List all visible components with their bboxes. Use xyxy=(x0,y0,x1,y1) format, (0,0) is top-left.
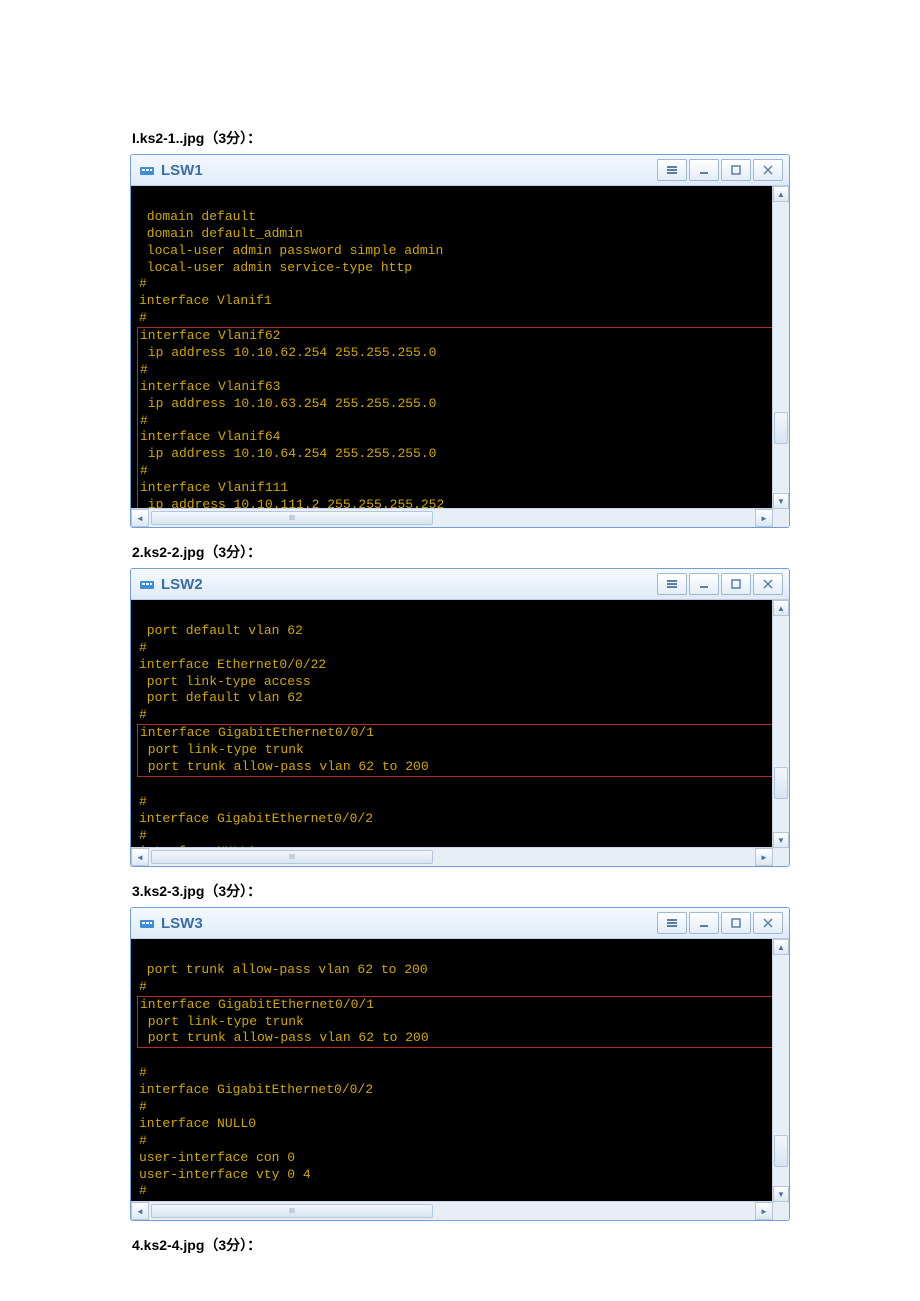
terminal-window-lsw3: LSW3 port trunk allow-pass vlan 62 to 20… xyxy=(130,907,790,1221)
title-buttons xyxy=(657,159,783,181)
terminal-text-post: # interface GigabitEthernet0/0/2 # inter… xyxy=(139,1065,373,1201)
title-buttons xyxy=(657,573,783,595)
caption-2: 2.ks2-2.jpg（3分）： xyxy=(132,542,790,562)
terminal-window-lsw2: LSW2 port default vlan 62 # interface Et… xyxy=(130,568,790,867)
terminal-window-lsw1: LSW1 domain default domain default_admin… xyxy=(130,154,790,528)
caption-1: I.ks2-1..jpg（3分）： xyxy=(132,128,790,148)
horizontal-scrollbar[interactable]: ◄ III ► xyxy=(131,1201,789,1220)
scroll-right-arrow[interactable]: ► xyxy=(755,1202,773,1220)
horizontal-scrollbar[interactable]: ◄ III ► xyxy=(131,847,789,866)
scroll-up-arrow[interactable]: ▲ xyxy=(773,600,789,616)
maximize-button[interactable] xyxy=(721,573,751,595)
hscroll-thumb[interactable]: III xyxy=(151,1204,433,1218)
title-text: LSW1 xyxy=(161,162,657,179)
document-page: I.ks2-1..jpg（3分）： LSW1 xyxy=(0,0,920,1301)
highlighted-config-block: interface GigabitEthernet0/0/1 port link… xyxy=(137,996,783,1049)
close-button[interactable] xyxy=(753,912,783,934)
titlebar-lsw2: LSW2 xyxy=(131,569,789,600)
scroll-track[interactable] xyxy=(773,955,789,1186)
terminal-text-pre: port default vlan 62 # interface Etherne… xyxy=(139,623,326,722)
terminal-wrapper: port trunk allow-pass vlan 62 to 200 # i… xyxy=(131,939,789,1220)
scroll-thumb[interactable] xyxy=(774,412,788,444)
vertical-scrollbar[interactable]: ▲ ▼ xyxy=(772,939,789,1202)
minimize-button[interactable] xyxy=(689,159,719,181)
close-button[interactable] xyxy=(753,573,783,595)
terminal-text-pre: domain default domain default_admin loca… xyxy=(139,209,443,325)
size-grip[interactable] xyxy=(773,848,789,866)
app-icon xyxy=(139,162,155,178)
highlighted-config-block: interface GigabitEthernet0/0/1 port link… xyxy=(137,724,783,777)
caption-4: 4.ks2-4.jpg（3分）： xyxy=(132,1235,790,1255)
vertical-scrollbar[interactable]: ▲ ▼ xyxy=(772,186,789,509)
hscroll-thumb[interactable]: III xyxy=(151,511,433,525)
terminal-output: port default vlan 62 # interface Etherne… xyxy=(131,600,789,847)
scroll-down-arrow[interactable]: ▼ xyxy=(773,832,789,848)
terminal-text-post: # interface GigabitEthernet0/0/2 # inter… xyxy=(139,794,373,847)
title-buttons xyxy=(657,912,783,934)
size-grip[interactable] xyxy=(773,509,789,527)
terminal-output: port trunk allow-pass vlan 62 to 200 # i… xyxy=(131,939,789,1201)
caption-3: 3.ks2-3.jpg（3分）： xyxy=(132,881,790,901)
title-text: LSW2 xyxy=(161,576,657,593)
minimize-button[interactable] xyxy=(689,573,719,595)
scroll-left-arrow[interactable]: ◄ xyxy=(131,848,149,866)
scroll-track[interactable] xyxy=(773,202,789,493)
scroll-thumb[interactable] xyxy=(774,767,788,799)
menu-button[interactable] xyxy=(657,573,687,595)
close-button[interactable] xyxy=(753,159,783,181)
scroll-right-arrow[interactable]: ► xyxy=(755,509,773,527)
terminal-output: domain default domain default_admin loca… xyxy=(131,186,789,508)
terminal-text-pre: port trunk allow-pass vlan 62 to 200 # xyxy=(139,962,428,994)
app-icon xyxy=(139,576,155,592)
title-text: LSW3 xyxy=(161,915,657,932)
hscroll-thumb[interactable]: III xyxy=(151,850,433,864)
scroll-up-arrow[interactable]: ▲ xyxy=(773,186,789,202)
scroll-right-arrow[interactable]: ► xyxy=(755,848,773,866)
hscroll-track[interactable]: III xyxy=(151,511,753,525)
terminal-wrapper: domain default domain default_admin loca… xyxy=(131,186,789,527)
hscroll-track[interactable]: III xyxy=(151,1204,753,1218)
size-grip[interactable] xyxy=(773,1202,789,1220)
scroll-down-arrow[interactable]: ▼ xyxy=(773,1186,789,1202)
scroll-up-arrow[interactable]: ▲ xyxy=(773,939,789,955)
maximize-button[interactable] xyxy=(721,912,751,934)
scroll-down-arrow[interactable]: ▼ xyxy=(773,493,789,509)
scroll-left-arrow[interactable]: ◄ xyxy=(131,1202,149,1220)
menu-button[interactable] xyxy=(657,912,687,934)
horizontal-scrollbar[interactable]: ◄ III ► xyxy=(131,508,789,527)
terminal-wrapper: port default vlan 62 # interface Etherne… xyxy=(131,600,789,866)
titlebar-lsw3: LSW3 xyxy=(131,908,789,939)
scroll-left-arrow[interactable]: ◄ xyxy=(131,509,149,527)
titlebar-lsw1: LSW1 xyxy=(131,155,789,186)
maximize-button[interactable] xyxy=(721,159,751,181)
menu-button[interactable] xyxy=(657,159,687,181)
scroll-track[interactable] xyxy=(773,616,789,832)
highlighted-config-block: interface Vlanif62 ip address 10.10.62.2… xyxy=(137,327,783,508)
vertical-scrollbar[interactable]: ▲ ▼ xyxy=(772,600,789,848)
scroll-thumb[interactable] xyxy=(774,1135,788,1167)
app-icon xyxy=(139,915,155,931)
hscroll-track[interactable]: III xyxy=(151,850,753,864)
minimize-button[interactable] xyxy=(689,912,719,934)
